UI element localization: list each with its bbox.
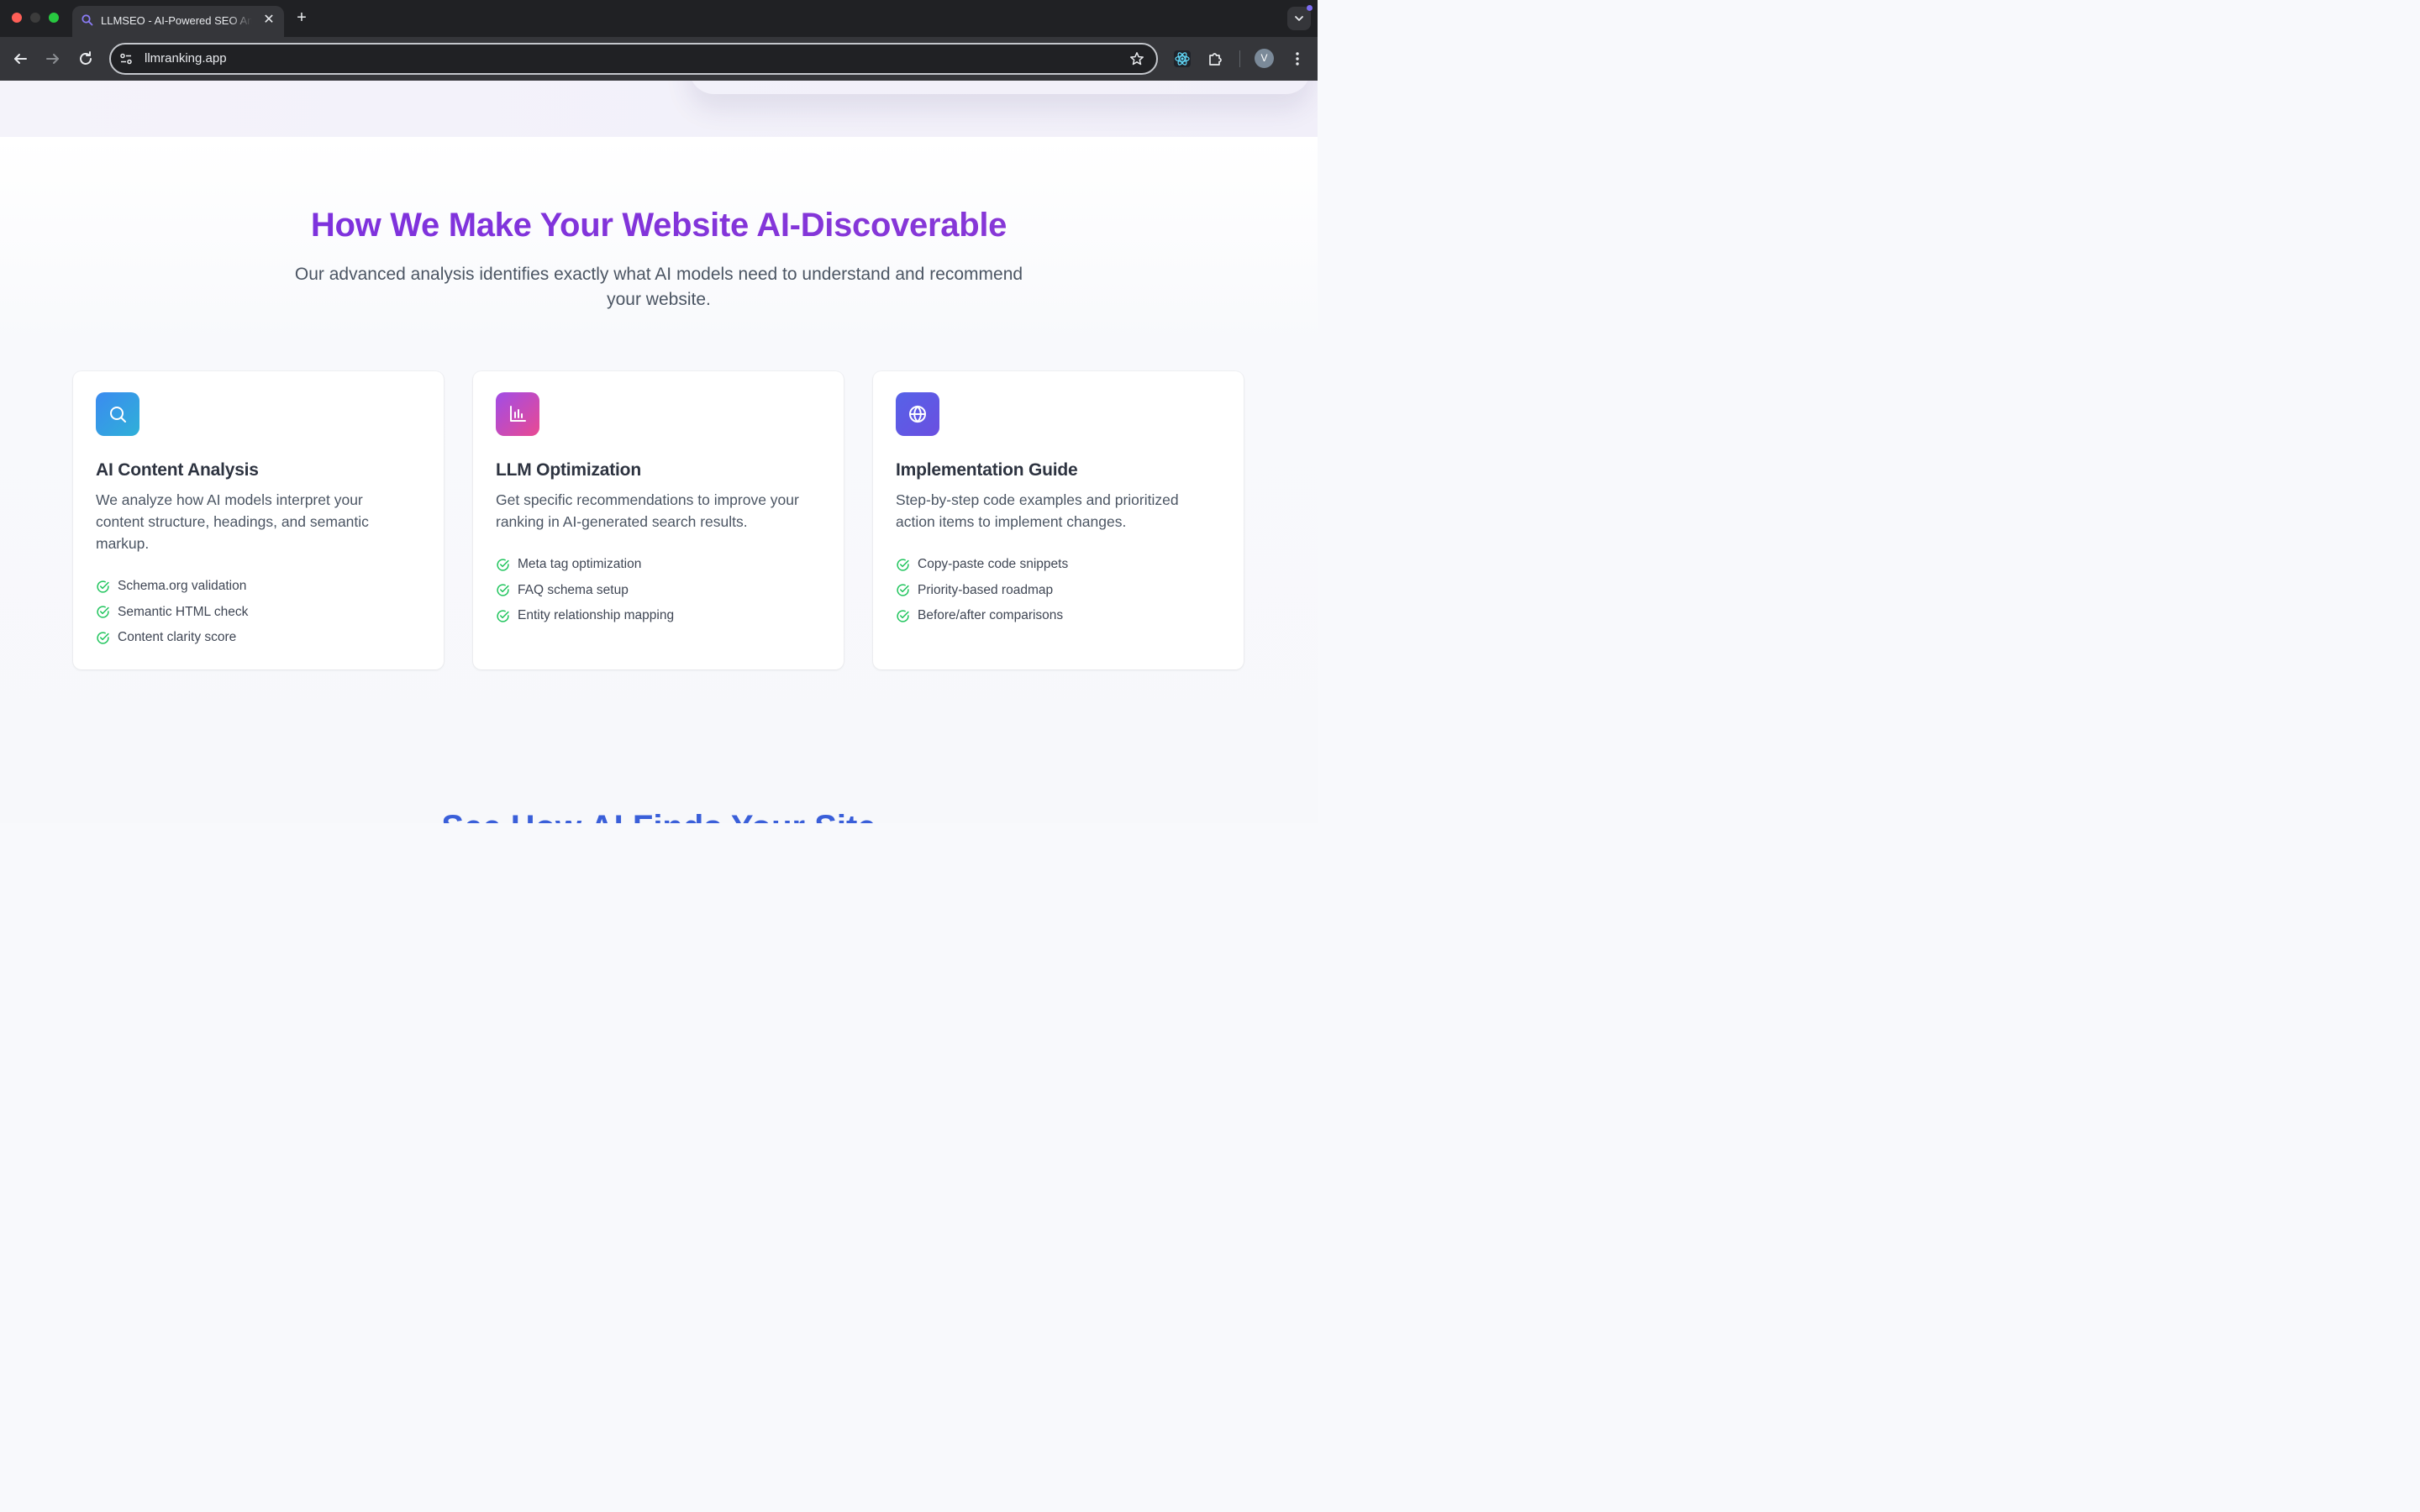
check-circle-icon (497, 584, 509, 596)
hero-section-bottom (0, 81, 1318, 137)
reload-button[interactable] (76, 49, 96, 69)
feature-item: FAQ schema setup (496, 578, 832, 604)
page-viewport: How We Make Your Website AI-Discoverable… (0, 81, 1318, 823)
features-section: How We Make Your Website AI-Discoverable… (0, 137, 1318, 823)
tab-title: LLMSEO - AI-Powered SEO Analysis (101, 14, 252, 27)
check-circle-icon (97, 606, 109, 618)
tab-search-button[interactable] (1287, 5, 1313, 30)
reload-icon (80, 51, 92, 65)
forward-button[interactable] (43, 49, 63, 69)
check-circle-icon (497, 610, 509, 622)
site-info-icon[interactable] (119, 52, 133, 66)
extensions-puzzle-icon[interactable] (1206, 49, 1226, 69)
feature-text: Entity relationship mapping (518, 608, 675, 623)
feature-item: Copy-paste code snippets (896, 552, 1232, 578)
feature-list: Copy-paste code snippets Priority-based … (896, 552, 1232, 629)
arrow-left-icon (14, 54, 27, 64)
window-minimize-button[interactable] (30, 13, 40, 23)
check-circle-icon (897, 559, 909, 571)
react-devtools-extension-icon[interactable] (1172, 49, 1192, 69)
card-description: Step-by-step code examples and prioritiz… (896, 491, 1179, 530)
browser-tab[interactable]: LLMSEO - AI-Powered SEO Analysis ✕ (72, 6, 284, 37)
notification-dot (1307, 5, 1313, 11)
feature-item: Schema.org validation (96, 574, 432, 600)
window-maximize-button[interactable] (49, 13, 59, 23)
new-tab-button[interactable]: + (292, 8, 311, 27)
bookmark-star-icon[interactable] (1129, 51, 1144, 66)
feature-list: Schema.org validation Semantic HTML chec… (96, 574, 432, 651)
chevron-down-icon (1295, 16, 1303, 21)
check-circle-icon (897, 584, 909, 596)
check-circle-icon (897, 610, 909, 622)
more-menu-icon[interactable] (1287, 49, 1307, 69)
card-description: We analyze how AI models interpret your … (96, 491, 369, 552)
feature-item: Entity relationship mapping (496, 603, 832, 629)
feature-text: Semantic HTML check (118, 604, 249, 619)
tab-close-icon[interactable]: ✕ (260, 12, 277, 29)
browser-tab-bar: LLMSEO - AI-Powered SEO Analysis ✕ + (0, 0, 1318, 37)
window-close-button[interactable] (12, 13, 22, 23)
feature-text: Before/after comparisons (918, 608, 1064, 623)
feature-item: Content clarity score (96, 625, 432, 651)
section-subheading: Our advanced analysis identifies exactly… (294, 265, 1023, 309)
card-title: AI Content Analysis (96, 460, 259, 480)
search-icon (96, 392, 139, 436)
bar-chart-icon (496, 392, 539, 436)
check-circle-icon (97, 580, 109, 593)
check-circle-icon (97, 632, 109, 644)
profile-avatar[interactable]: V (1255, 49, 1274, 68)
card-title: Implementation Guide (896, 460, 1078, 480)
feature-item: Semantic HTML check (96, 600, 432, 626)
toolbar-separator (1239, 50, 1240, 67)
card-description: Get specific recommendations to improve … (496, 491, 799, 530)
feature-item: Meta tag optimization (496, 552, 832, 578)
address-bar[interactable]: llmranking.app (109, 43, 1158, 75)
feature-card-content-analysis: AI Content Analysis We analyze how AI mo… (73, 371, 444, 669)
back-button[interactable] (10, 49, 30, 69)
feature-item: Before/after comparisons (896, 603, 1232, 629)
url-text[interactable]: llmranking.app (145, 51, 227, 66)
magnifier-favicon-icon (81, 13, 94, 27)
feature-text: FAQ schema setup (518, 582, 629, 597)
card-title: LLM Optimization (496, 460, 641, 480)
hero-card-shadow (689, 81, 1311, 94)
next-section-heading: See How AI Finds Your Site (0, 809, 1318, 823)
browser-toolbar: llmranking.app V (0, 37, 1318, 81)
section-heading: How We Make Your Website AI-Discoverable (0, 207, 1318, 244)
feature-list: Meta tag optimization FAQ schema setup E… (496, 552, 832, 629)
feature-item: Priority-based roadmap (896, 578, 1232, 604)
feature-text: Copy-paste code snippets (918, 557, 1069, 572)
feature-card-llm-optimization: LLM Optimization Get specific recommenda… (473, 371, 844, 669)
globe-icon (896, 392, 939, 436)
arrow-right-icon (46, 54, 59, 64)
check-circle-icon (497, 559, 509, 571)
feature-text: Priority-based roadmap (918, 582, 1054, 597)
feature-text: Content clarity score (118, 630, 237, 645)
feature-card-implementation-guide: Implementation Guide Step-by-step code e… (873, 371, 1244, 669)
feature-text: Meta tag optimization (518, 557, 642, 572)
feature-text: Schema.org validation (118, 579, 247, 594)
